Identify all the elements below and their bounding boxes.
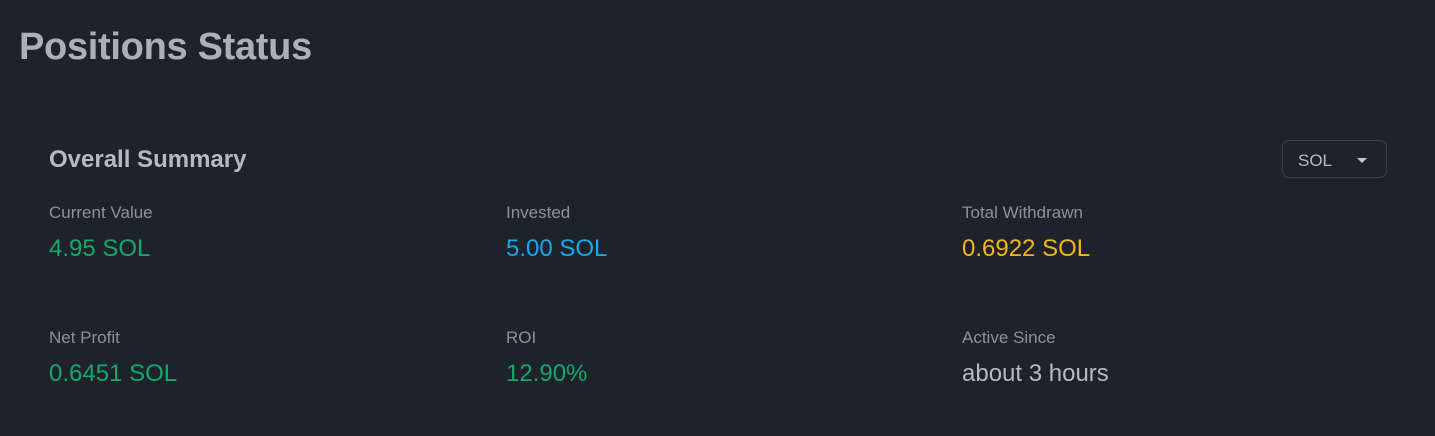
caret-down-icon xyxy=(1357,158,1367,163)
stat-value: 5.00 SOL xyxy=(506,235,608,262)
stat-value: 12.90% xyxy=(506,360,588,387)
currency-select[interactable]: SOL xyxy=(1282,140,1387,178)
currency-select-value: SOL xyxy=(1298,151,1333,170)
stat-value: 0.6451 SOL xyxy=(49,360,178,387)
stat-value: 4.95 SOL xyxy=(49,235,151,262)
overall-summary-card: Overall Summary SOL Current Value 4.95 S… xyxy=(17,110,1417,436)
stat-value: about 3 hours xyxy=(962,360,1109,387)
stat-roi: ROI 12.90% xyxy=(506,327,926,389)
stat-label: Total Withdrawn xyxy=(962,203,1083,222)
stat-label: Invested xyxy=(506,203,571,222)
stat-label: ROI xyxy=(506,328,537,347)
stat-label: Net Profit xyxy=(49,328,120,347)
stat-label: Current Value xyxy=(49,203,153,222)
card-title: Overall Summary xyxy=(49,146,247,173)
stat-net-profit: Net Profit 0.6451 SOL xyxy=(49,327,469,389)
positions-status-page: Positions Status Overall Summary SOL Cur… xyxy=(0,0,1435,436)
stat-current-value: Current Value 4.95 SOL xyxy=(49,202,469,264)
stat-label: Active Since xyxy=(962,328,1056,347)
stat-value: 0.6922 SOL xyxy=(962,235,1091,262)
stat-active-since: Active Since about 3 hours xyxy=(962,327,1382,389)
page-title: Positions Status xyxy=(19,26,312,68)
stat-total-withdrawn: Total Withdrawn 0.6922 SOL xyxy=(962,202,1382,264)
stat-invested: Invested 5.00 SOL xyxy=(506,202,926,264)
